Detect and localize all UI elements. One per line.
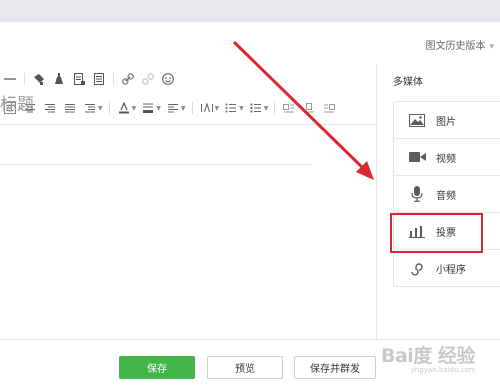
baidu-watermark: Bai度 经验 jingyan.baidu.com [381, 341, 476, 374]
watermark-sub: jingyan.baidu.com [411, 366, 476, 374]
annotation-arrow [232, 40, 374, 180]
save-button[interactable]: 保存 [119, 356, 195, 379]
preview-button[interactable]: 预览 [207, 356, 283, 379]
save-and-send-button[interactable]: 保存并群发 [294, 356, 376, 379]
watermark-main: Bai度 经验 [381, 345, 475, 367]
